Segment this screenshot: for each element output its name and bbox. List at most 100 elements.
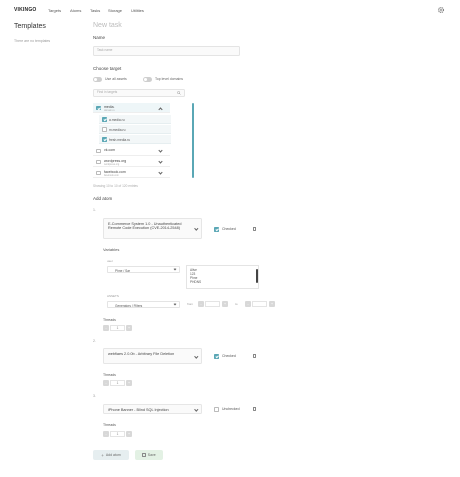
atom-checked-label: Unchecked: [222, 407, 240, 411]
top-level-domains-toggle[interactable]: [143, 77, 152, 82]
chevron-down-icon[interactable]: [158, 159, 163, 164]
subtarget-name: a.media.ru: [109, 117, 125, 122]
threads-label: Threads: [103, 318, 116, 322]
atom-select[interactable]: iPhone Banner - Blind SQL Injection: [103, 404, 202, 414]
sidebar-empty-text: There are no templates: [14, 39, 51, 43]
to-value[interactable]: [252, 301, 267, 307]
from-value[interactable]: [205, 301, 220, 307]
threads-label: Threads: [103, 373, 116, 377]
save-button[interactable]: Save: [135, 450, 163, 460]
target-row[interactable]: media. domain.ru: [93, 103, 170, 113]
list-item[interactable]: PHDNS: [187, 280, 258, 284]
trash-icon[interactable]: [253, 354, 257, 358]
subtarget-checkbox[interactable]: [102, 127, 107, 132]
threads-value[interactable]: 1: [110, 380, 125, 386]
use-all-assets-toggle[interactable]: [93, 77, 102, 82]
atom-index: 2.: [93, 339, 96, 343]
threads-decrement-button[interactable]: -: [103, 325, 109, 331]
find-targets-input[interactable]: Find in targets: [93, 89, 185, 97]
search-icon: [177, 91, 181, 95]
to-increment-button[interactable]: +: [269, 301, 275, 307]
chevron-down-icon: [194, 226, 199, 231]
subtarget-name: fresh.media.ru: [109, 137, 131, 142]
atom-index: 1.: [93, 208, 96, 212]
list-scrollbar[interactable]: [256, 269, 258, 283]
atom-checked-checkbox[interactable]: [214, 354, 219, 359]
trash-icon[interactable]: [253, 227, 257, 231]
chevron-down-icon: [173, 267, 177, 271]
atom-select[interactable]: E-Commerce System 1.0 - Unauthenticated …: [103, 218, 202, 239]
subtarget-row[interactable]: a.media.ru: [99, 115, 171, 124]
atom-checked-checkbox[interactable]: [214, 407, 219, 412]
threads-increment-button[interactable]: +: [126, 325, 132, 331]
nav-storage[interactable]: Storage: [108, 8, 122, 13]
page-title: New task: [93, 22, 122, 29]
variable-user-value: Phne / Sar: [115, 268, 131, 273]
target-row[interactable]: facebook.com facebook.com: [93, 168, 170, 178]
from-decrement-button[interactable]: -: [198, 301, 204, 307]
target-domain: facebook.com: [104, 173, 119, 177]
atom-checked-label: Checked: [222, 227, 236, 231]
atom-title: iPhone Banner - Blind SQL Injection: [108, 407, 169, 412]
target-checkbox[interactable]: [96, 105, 101, 110]
chevron-down-icon[interactable]: [158, 148, 163, 153]
variable-user-select[interactable]: Phne / Sar: [107, 266, 180, 273]
nav-utilities[interactable]: Utilities: [131, 8, 144, 13]
find-targets-placeholder: Find in targets: [97, 90, 118, 95]
subtarget-row[interactable]: fresh.media.ru: [99, 135, 171, 144]
variable-assets-value: Generators / Filters: [115, 303, 143, 308]
plus-icon: +: [101, 452, 104, 458]
atom-checked-label: Checked: [222, 354, 236, 358]
target-list-scrollbar[interactable]: [192, 103, 194, 178]
to-label: to: [235, 302, 238, 306]
chevron-up-icon[interactable]: [158, 106, 163, 112]
target-checkbox[interactable]: [96, 159, 101, 164]
threads-increment-button[interactable]: +: [126, 431, 132, 437]
atom-title: webfiaes 2.0.0b - Arbitrary File Deletio…: [108, 351, 175, 356]
threads-increment-button[interactable]: +: [126, 380, 132, 386]
target-checkbox[interactable]: [96, 170, 101, 175]
atom-title: E-Commerce System 1.0 - Unauthenticated …: [108, 221, 182, 231]
use-all-assets-label: Use all assets: [105, 77, 127, 81]
trash-icon[interactable]: [253, 407, 257, 411]
threads-value[interactable]: 1: [110, 431, 125, 437]
task-name-input[interactable]: Task name: [93, 46, 240, 56]
chevron-down-icon: [194, 406, 199, 411]
variable-list-box[interactable]: Alive 123 Phne PHDNS: [186, 265, 259, 289]
add-atom-label: Add atom: [93, 196, 113, 201]
target-domain: wordpress.org: [104, 162, 120, 166]
target-checkbox[interactable]: [96, 148, 101, 153]
gear-icon[interactable]: [437, 6, 445, 14]
chevron-down-icon[interactable]: [158, 170, 163, 175]
threads-value[interactable]: 1: [110, 325, 125, 331]
chevron-down-icon: [173, 302, 177, 306]
add-atom-button-label: Add atom: [105, 453, 121, 457]
target-row[interactable]: vk.com: [93, 146, 170, 156]
showing-entries-text: Showing 10 to 10 of 120 entries: [93, 184, 138, 188]
subtarget-name: m.media.ru: [109, 127, 126, 132]
subtarget-checkbox[interactable]: [102, 117, 107, 122]
variable-assets-select[interactable]: Generators / Filters: [107, 301, 180, 308]
threads-decrement-button[interactable]: -: [103, 380, 109, 386]
nav-tasks[interactable]: Tasks: [90, 8, 100, 13]
subtarget-checkbox[interactable]: [102, 137, 107, 142]
variables-label: Variables: [103, 247, 120, 252]
threads-label: Threads: [103, 423, 116, 427]
save-icon: [142, 453, 146, 457]
sidebar-title: Templates: [14, 23, 46, 30]
atom-select[interactable]: webfiaes 2.0.0b - Arbitrary File Deletio…: [103, 348, 202, 364]
chevron-down-icon: [194, 354, 199, 359]
target-list: media. domain.ru a.media.ru m.media.ru f…: [93, 103, 194, 180]
add-atom-button[interactable]: + Add atom: [93, 450, 129, 460]
to-decrement-button[interactable]: -: [245, 301, 251, 307]
top-navigation-bar: VIKINGO Targets Atoms Tasks Storage Util…: [0, 0, 460, 20]
nav-atoms[interactable]: Atoms: [70, 8, 81, 13]
threads-decrement-button[interactable]: -: [103, 431, 109, 437]
target-row[interactable]: wordpress.org wordpress.org: [93, 157, 170, 167]
atom-checked-checkbox[interactable]: [214, 227, 219, 232]
variable-assets-label: ASSETS: [107, 294, 119, 298]
from-increment-button[interactable]: +: [222, 301, 228, 307]
nav-targets[interactable]: Targets: [48, 8, 61, 13]
app-logo[interactable]: VIKINGO: [14, 7, 37, 13]
subtarget-row[interactable]: m.media.ru: [99, 125, 171, 134]
